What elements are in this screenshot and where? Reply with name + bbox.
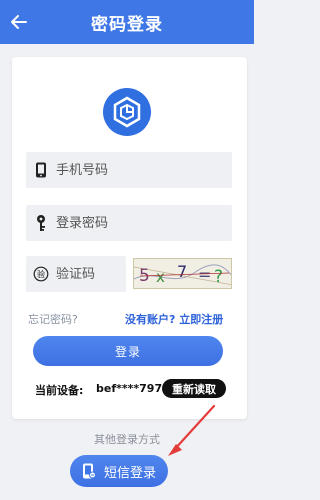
captcha-image[interactable]: 5 x 7 = ? [133,258,232,289]
login-button[interactable]: 登录 [33,336,223,366]
register-link[interactable]: 没有账户? 立即注册 [125,311,223,327]
sms-icon [83,463,96,479]
header-bar: 密码登录 [0,0,254,44]
annotation-arrow-icon [168,404,216,456]
captcha-equals: = [198,265,211,284]
page-title: 密码登录 [91,15,163,35]
captcha-digit-7: 7 [177,262,187,281]
captcha-field[interactable]: 验 [26,256,126,292]
key-icon [26,205,56,241]
password-field[interactable] [26,205,232,241]
captcha-input[interactable] [56,266,121,282]
device-value: bef****7975 [96,382,170,395]
phone-input[interactable] [56,162,206,178]
logo-icon [113,96,141,128]
svg-text:验: 验 [37,269,45,279]
captcha-x: x [156,268,165,286]
device-label: 当前设备: [35,384,84,397]
captcha-question: ? [214,267,223,287]
reread-button[interactable]: 重新读取 [162,379,226,398]
sms-login-label: 短信登录 [104,465,157,481]
forgot-password-link[interactable]: 忘记密码? [28,311,78,327]
sms-login-button[interactable]: 短信登录 [70,455,168,487]
password-input[interactable] [56,215,206,231]
verify-icon: 验 [26,256,56,292]
phone-field[interactable] [26,152,232,188]
app-logo [103,88,151,136]
phone-icon [26,152,56,188]
